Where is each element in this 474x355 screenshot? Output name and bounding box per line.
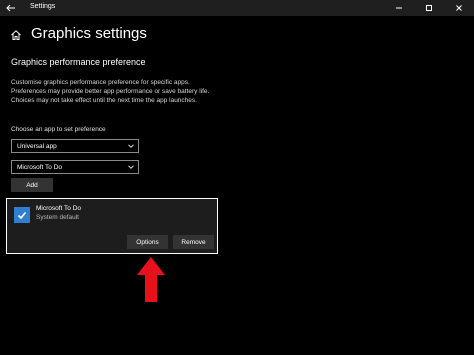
app-select-value: Microsoft To Do: [17, 164, 63, 171]
up-arrow-annotation-icon: [136, 257, 166, 302]
section-heading: Graphics performance preference: [11, 57, 146, 67]
close-icon: [456, 5, 462, 11]
back-arrow-icon[interactable]: [4, 1, 18, 15]
chevron-down-icon: [128, 143, 134, 149]
close-button[interactable]: [444, 0, 474, 16]
chevron-down-icon: [128, 164, 134, 170]
app-select[interactable]: Microsoft To Do: [11, 160, 139, 174]
app-name: Microsoft To Do: [36, 205, 82, 212]
title-bar: Settings: [0, 0, 474, 16]
app-type-select[interactable]: Universal app: [11, 139, 139, 153]
home-icon[interactable]: [10, 28, 22, 40]
add-button[interactable]: Add: [11, 178, 53, 192]
remove-button[interactable]: Remove: [173, 235, 214, 249]
choose-app-label: Choose an app to set preference: [11, 126, 106, 133]
maximize-icon: [426, 5, 432, 11]
window-title: Settings: [30, 3, 56, 10]
app-type-value: Universal app: [17, 143, 57, 150]
app-list-item[interactable]: Microsoft To Do System default Options R…: [6, 198, 218, 254]
app-preference: System default: [36, 214, 79, 221]
maximize-button[interactable]: [414, 0, 444, 16]
page-title: Graphics settings: [31, 25, 147, 42]
minimize-button[interactable]: [384, 0, 414, 16]
checkmark-icon: [14, 207, 30, 223]
options-button[interactable]: Options: [127, 235, 168, 249]
section-description: Customise graphics performance preferenc…: [11, 79, 210, 104]
minimize-icon: [396, 7, 402, 9]
